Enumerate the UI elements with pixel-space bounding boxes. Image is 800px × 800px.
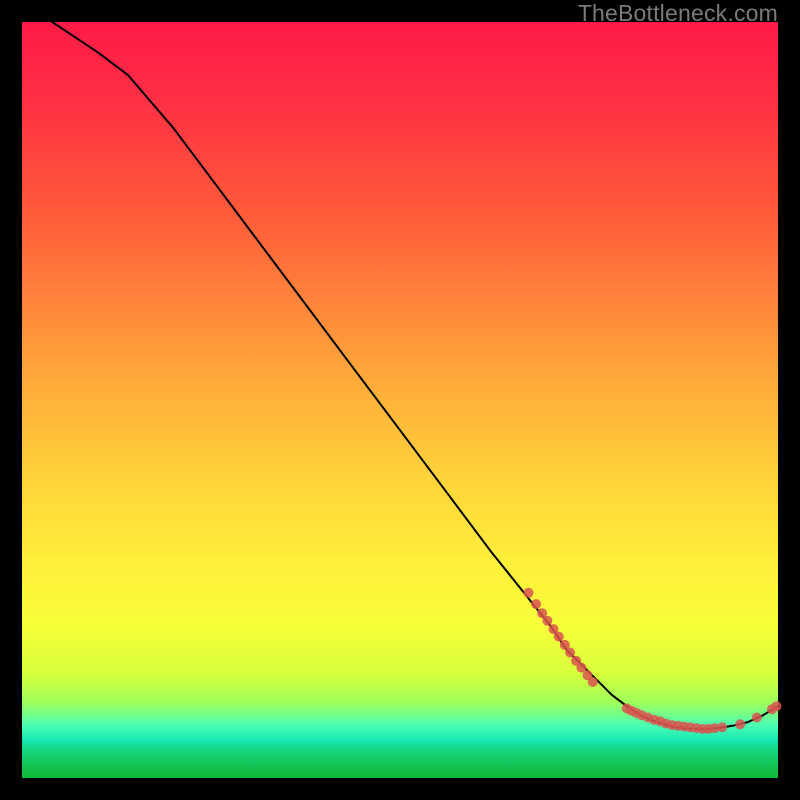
data-point <box>554 632 564 642</box>
data-point <box>524 588 534 598</box>
data-point <box>772 701 782 711</box>
data-point <box>588 677 598 687</box>
data-point <box>542 616 552 626</box>
data-point <box>565 648 575 658</box>
data-point <box>717 722 727 732</box>
chart-stage: TheBottleneck.com <box>0 0 800 800</box>
data-points <box>524 588 782 734</box>
data-point <box>735 719 745 729</box>
bottleneck-curve <box>52 22 778 729</box>
data-point <box>531 599 541 609</box>
data-point <box>752 713 762 723</box>
chart-overlay <box>22 22 778 778</box>
